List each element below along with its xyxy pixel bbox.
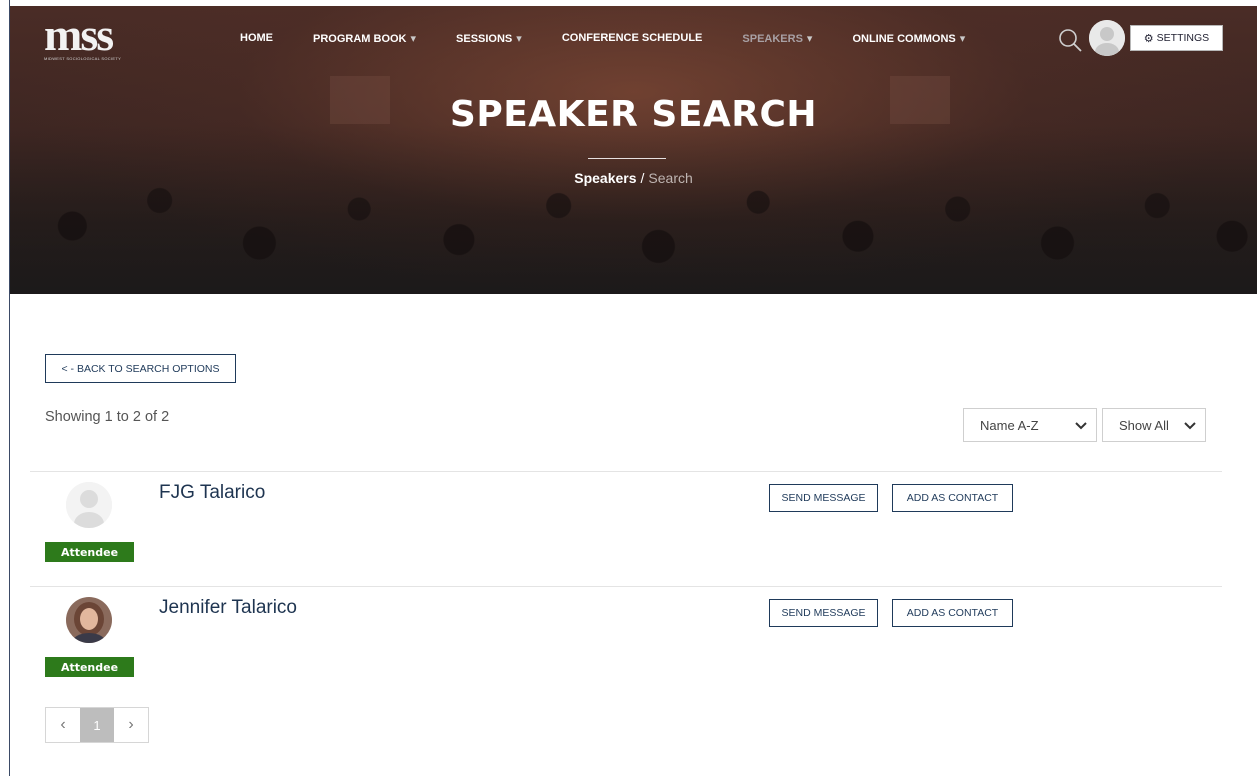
window-left-edge — [0, 0, 10, 776]
chevron-down-icon — [1075, 422, 1087, 430]
window-top-edge — [0, 0, 1257, 6]
logo-wordmark: mss — [44, 9, 114, 60]
main-nav: HOME PROGRAM BOOK ▾ SESSIONS ▾ CONFERENCE … — [240, 32, 1005, 45]
site-logo[interactable]: mss MIDWEST SOCIOLOGICAL SOCIETY — [44, 9, 122, 62]
send-message-button[interactable]: SEND MESSAGE — [769, 599, 878, 627]
breadcrumb-separator: / — [640, 170, 645, 186]
hero-crowd-background — [10, 124, 1257, 294]
caret-down-icon: ▾ — [516, 33, 522, 45]
caret-down-icon: ▾ — [806, 33, 813, 45]
sort-select[interactable]: Name A-Z — [963, 408, 1097, 442]
add-as-contact-button[interactable]: ADD AS CONTACT — [892, 599, 1013, 627]
pagination-next-button[interactable]: › — [114, 708, 148, 742]
speaker-name[interactable]: FJG Talarico — [159, 482, 265, 504]
title-divider — [588, 158, 666, 159]
settings-button[interactable]: ⚙ SETTINGS — [1130, 25, 1223, 51]
search-icon[interactable] — [1056, 26, 1084, 54]
filter-select[interactable]: Show All — [1102, 408, 1206, 442]
caret-down-icon: ▾ — [410, 33, 417, 45]
add-as-contact-button[interactable]: ADD AS CONTACT — [892, 484, 1013, 512]
filter-select-value: Show All — [1119, 417, 1169, 433]
user-avatar[interactable] — [1089, 20, 1125, 56]
speaker-avatar-placeholder[interactable] — [66, 482, 112, 528]
speaker-avatar-photo[interactable] — [66, 597, 112, 643]
breadcrumb-link-speakers[interactable]: Speakers — [574, 170, 636, 186]
pagination: ‹ 1 › — [45, 707, 149, 743]
nav-label: ONLINE COMMONS — [852, 33, 956, 45]
page-title: SPEAKER SEARCH — [449, 94, 818, 135]
hero-header: mss MIDWEST SOCIOLOGICAL SOCIETY HOME PR… — [10, 6, 1257, 294]
results-count: Showing 1 to 2 of 2 — [45, 409, 170, 425]
chevron-down-icon — [1184, 422, 1196, 430]
back-to-search-options-button[interactable]: < - BACK TO SEARCH OPTIONS — [45, 354, 236, 383]
speaker-name[interactable]: Jennifer Talarico — [159, 597, 297, 619]
settings-label: SETTINGS — [1156, 32, 1210, 44]
nav-item-sessions[interactable]: SESSIONS ▾ — [456, 32, 522, 45]
logo-subtitle: MIDWEST SOCIOLOGICAL SOCIETY — [44, 56, 122, 61]
nav-label: PROGRAM BOOK — [313, 33, 407, 45]
nav-item-conference-schedule[interactable]: CONFERENCE SCHEDULE — [562, 32, 703, 45]
breadcrumb: Speakers / Search — [10, 170, 1257, 186]
pagination-page-1[interactable]: 1 — [80, 708, 114, 742]
nav-item-online-commons[interactable]: ONLINE COMMONS ▾ — [852, 32, 965, 45]
nav-item-home[interactable]: HOME — [240, 32, 273, 45]
sort-select-value: Name A-Z — [980, 417, 1039, 433]
nav-item-program-book[interactable]: PROGRAM BOOK ▾ — [313, 32, 416, 45]
nav-label: CONFERENCE SCHEDULE — [561, 32, 703, 44]
attendee-badge: Attendee — [45, 657, 134, 677]
nav-label: SPEAKERS — [742, 33, 803, 45]
nav-label: SESSIONS — [456, 33, 513, 45]
gear-icon: ⚙ — [1143, 32, 1154, 45]
send-message-button[interactable]: SEND MESSAGE — [769, 484, 878, 512]
breadcrumb-current: Search — [648, 170, 693, 186]
nav-item-speakers[interactable]: SPEAKERS ▾ — [742, 32, 812, 45]
nav-label: HOME — [240, 32, 273, 44]
row-divider — [30, 586, 1222, 587]
row-divider — [30, 471, 1222, 472]
pagination-prev-button[interactable]: ‹ — [46, 708, 80, 742]
attendee-badge: Attendee — [45, 542, 134, 562]
caret-down-icon: ▾ — [959, 33, 966, 45]
